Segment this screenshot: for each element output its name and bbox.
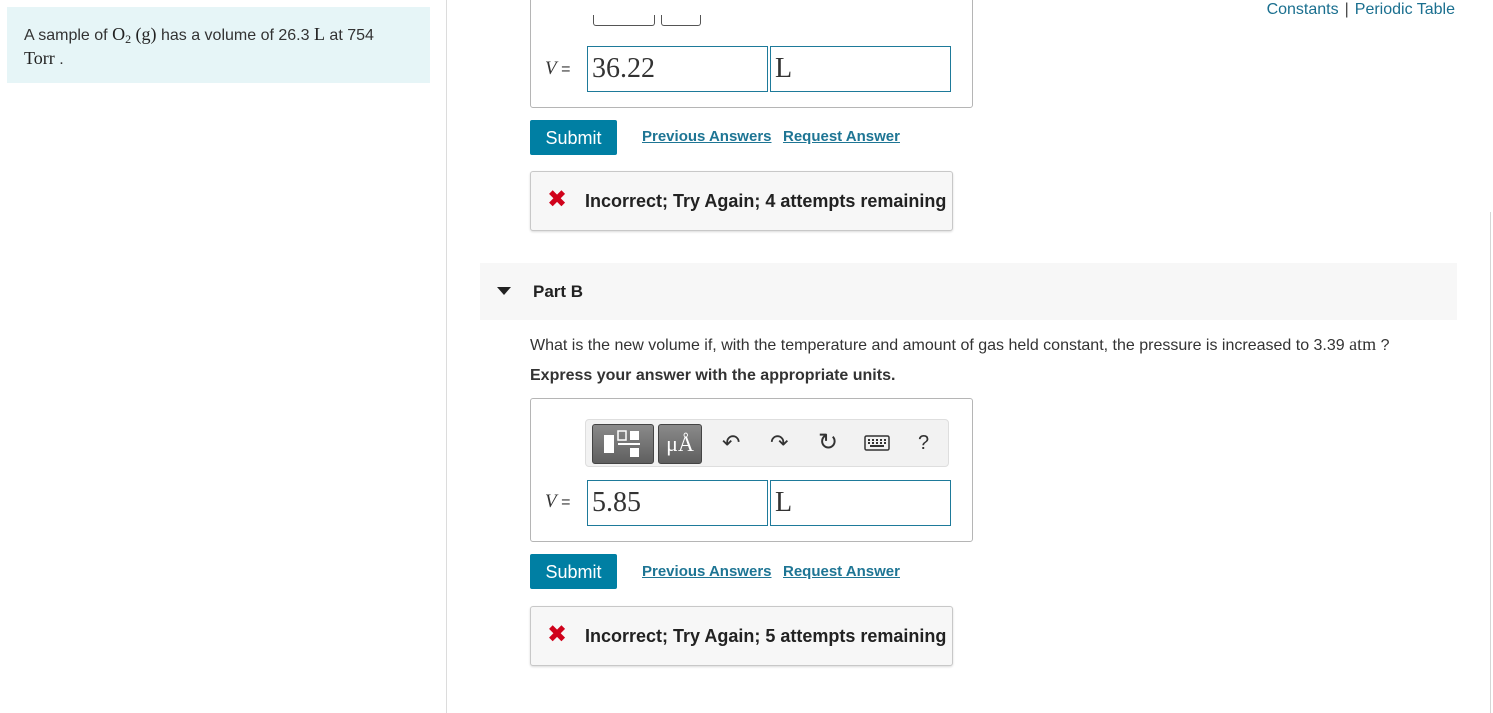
toolbar-button-stub[interactable]: [661, 15, 701, 26]
atm-unit: atm: [1349, 334, 1377, 354]
part-b-answer-box: μÅ ↶ ↷ ↻ ? V = 5.85 L: [530, 398, 973, 542]
link-separator: |: [1344, 1, 1349, 18]
problem-prefix: A sample of: [24, 27, 108, 44]
templates-icon: [604, 430, 640, 457]
value-input[interactable]: 5.85: [587, 480, 768, 526]
units-button[interactable]: μÅ: [658, 424, 702, 464]
incorrect-icon: ✖: [547, 186, 568, 213]
part-b-header[interactable]: Part B: [480, 263, 1457, 320]
constants-link[interactable]: Constants: [1267, 1, 1339, 18]
problem-mid: has a volume of 26.3: [160, 27, 310, 44]
part-a-previous-answers-link[interactable]: Previous Answers: [642, 128, 772, 145]
unit-input[interactable]: L: [770, 480, 951, 526]
help-icon[interactable]: ?: [918, 430, 929, 456]
value-input[interactable]: 36.22: [587, 46, 768, 92]
part-a-request-answer-link[interactable]: Request Answer: [783, 128, 900, 145]
variable-label: V =: [545, 58, 571, 79]
part-b-title: Part B: [533, 282, 584, 301]
resource-links: Constants | Periodic Table: [1267, 1, 1455, 19]
templates-button[interactable]: [592, 424, 654, 464]
scrollbar-track[interactable]: [1490, 212, 1491, 713]
problem-at: at 754: [329, 27, 374, 44]
undo-icon[interactable]: ↶: [722, 430, 740, 456]
volume-unit: L: [313, 24, 325, 44]
math-toolbar: μÅ ↶ ↷ ↻ ?: [585, 419, 949, 467]
part-b-previous-answers-link[interactable]: Previous Answers: [642, 563, 772, 580]
part-a-answer-box: V = 36.22 L: [530, 0, 973, 108]
part-b-submit-button[interactable]: Submit: [530, 554, 617, 589]
part-a-submit-button[interactable]: Submit: [530, 120, 617, 155]
species-formula: O2: [112, 24, 132, 46]
part-a-feedback: ✖ Incorrect; Try Again; 4 attempts remai…: [530, 171, 953, 231]
problem-end: .: [59, 51, 64, 68]
panel-divider: [446, 0, 447, 713]
pressure-unit: Torr: [24, 48, 55, 68]
part-b-feedback: ✖ Incorrect; Try Again; 5 attempts remai…: [530, 606, 953, 666]
feedback-message: Incorrect; Try Again; 5 attempts remaini…: [585, 626, 947, 646]
part-b-request-answer-link[interactable]: Request Answer: [783, 563, 900, 580]
keyboard-icon[interactable]: [864, 435, 890, 451]
part-b-question: What is the new volume if, with the temp…: [530, 334, 1390, 354]
problem-statement: A sample of O2 (g) has a volume of 26.3 …: [7, 7, 430, 83]
species-phase: (g): [135, 24, 157, 44]
collapse-triangle-icon[interactable]: [497, 287, 511, 295]
variable-label: V =: [545, 491, 571, 512]
feedback-message: Incorrect; Try Again; 4 attempts remaini…: [585, 191, 947, 211]
periodic-table-link[interactable]: Periodic Table: [1355, 1, 1455, 18]
redo-icon[interactable]: ↷: [770, 430, 788, 456]
unit-input[interactable]: L: [770, 46, 951, 92]
toolbar-button-stub[interactable]: [593, 15, 655, 26]
incorrect-icon: ✖: [547, 621, 568, 648]
part-b-instruction: Express your answer with the appropriate…: [530, 367, 896, 384]
reset-icon[interactable]: ↻: [818, 430, 838, 456]
